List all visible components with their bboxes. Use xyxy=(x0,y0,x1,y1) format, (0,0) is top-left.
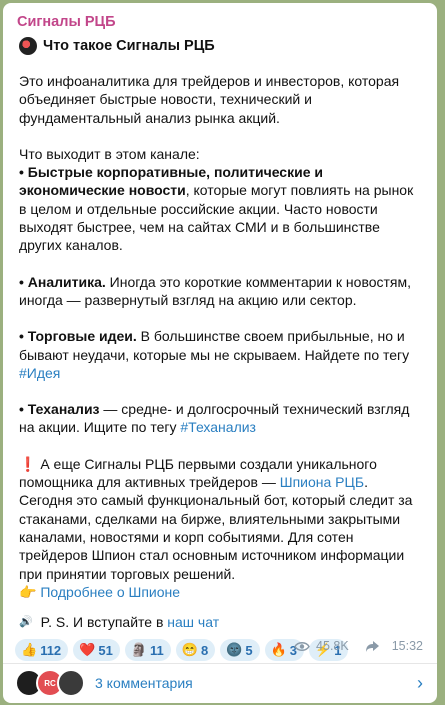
commenter-avatars: RC xyxy=(15,669,85,697)
message-meta: 45.8K 15:32 xyxy=(294,639,423,653)
reaction-count: 11 xyxy=(150,642,164,658)
item-analytics: • Аналитика. Иногда это короткие коммент… xyxy=(19,273,423,310)
ps-row: 🔊 P. S. И вступайте в наш чат xyxy=(19,613,423,631)
moon-face-icon: 🌚 xyxy=(226,642,243,658)
intro-text: Это инфоаналитика для трейдеров и инвест… xyxy=(19,73,400,126)
ps-text: P. S. И вступайте в xyxy=(36,614,168,631)
spy-link[interactable]: Шпиона РЦБ xyxy=(280,474,364,490)
exclamation-icon: ❗ xyxy=(19,455,37,472)
reaction-count: 5 xyxy=(245,642,253,658)
reaction-moon-face[interactable]: 🌚 5 xyxy=(220,639,260,662)
more-about-spy-link[interactable]: Подробнее о Шпионе xyxy=(40,584,180,600)
tag-ta-link[interactable]: #Теханализ xyxy=(180,419,256,435)
post-title: Что такое Сигналы РЦБ xyxy=(43,38,215,54)
moai-icon: 🗿 xyxy=(130,642,148,658)
speaker-icon: 🔊 xyxy=(19,616,33,629)
view-count: 45.8K xyxy=(316,639,349,653)
heart-icon: ❤️ xyxy=(79,642,96,658)
spy-text-2: . Сегодня это самый функциональный бот, … xyxy=(19,474,413,582)
fire-icon: 🔥 xyxy=(270,642,287,658)
channel-logo-icon xyxy=(19,37,37,55)
grin-icon: 😁 xyxy=(181,642,198,658)
post-title-row: Что такое Сигналы РЦБ xyxy=(19,35,423,57)
reaction-grin[interactable]: 😁 8 xyxy=(175,639,216,662)
comments-label: 3 комментария xyxy=(95,675,193,691)
channel-name[interactable]: Сигналы РЦБ xyxy=(17,13,423,31)
spy-paragraph: ❗ А еще Сигналы РЦБ первыми создали уник… xyxy=(19,455,423,583)
item-ideas-bold: • Торговые идеи. xyxy=(19,328,137,345)
reaction-heart[interactable]: ❤️ 51 xyxy=(73,639,120,662)
divider xyxy=(3,663,437,664)
avatar-initials: RC xyxy=(44,678,56,688)
reaction-count: 8 xyxy=(200,642,209,658)
pointing-hand-icon: 👉 xyxy=(19,583,37,600)
reaction-moai[interactable]: 🗿 11 xyxy=(124,639,171,662)
section-heading: Что выходит в этом канале: xyxy=(19,145,200,162)
item-ta-bold: • Теханализ xyxy=(19,401,100,418)
reaction-count: 51 xyxy=(98,642,113,658)
message-bubble: Сигналы РЦБ Что такое Сигналы РЦБ Это ин… xyxy=(3,3,437,703)
thumbs-up-icon: 👍 xyxy=(21,642,38,658)
item-news: • Быстрые корпоративные, политические и … xyxy=(19,163,423,254)
tag-idea-link[interactable]: #Идея xyxy=(19,365,60,381)
chevron-right-icon: › xyxy=(417,672,423,693)
chat-link[interactable]: наш чат xyxy=(167,613,219,631)
item-analytics-bold: • Аналитика. xyxy=(19,273,106,290)
share-arrow-icon[interactable] xyxy=(365,640,380,653)
avatar xyxy=(57,669,85,697)
item-ideas: • Торговые идеи. В большинстве своем при… xyxy=(19,327,423,382)
message-time: 15:32 xyxy=(391,639,423,653)
reaction-count: 112 xyxy=(40,642,62,658)
item-ta: • Теханализ — средне- и долгосрочный тех… xyxy=(19,400,423,437)
post-body: Это инфоаналитика для трейдеров и инвест… xyxy=(19,72,423,631)
comments-button[interactable]: RC 3 комментария › xyxy=(15,667,423,699)
reaction-thumbs-up[interactable]: 👍 112 xyxy=(15,639,69,662)
eye-icon xyxy=(294,641,310,651)
more-row: 👉 Подробнее о Шпионе xyxy=(19,583,423,601)
